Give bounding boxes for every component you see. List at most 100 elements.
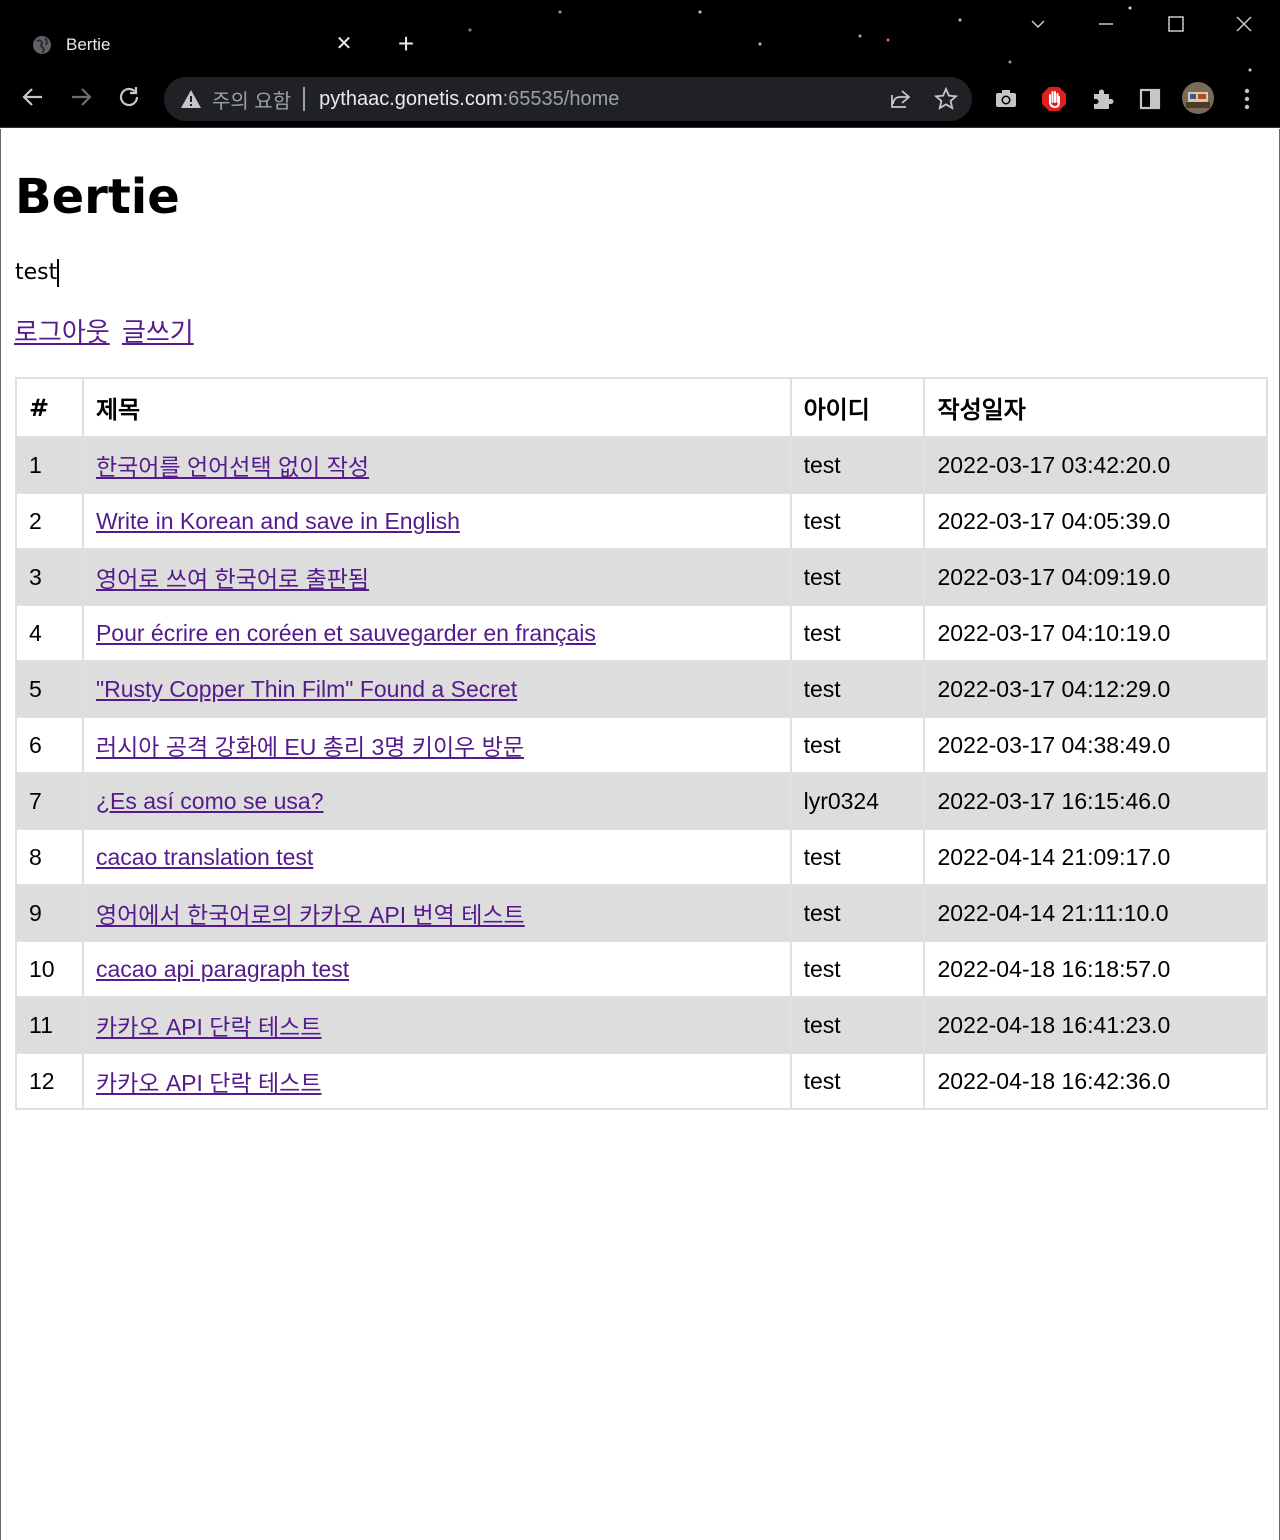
posts-table: # 제목 아이디 작성일자 1 한국어를 언어선택 없이 작성 test 2022-0… bbox=[15, 377, 1268, 1110]
post-title-cell: "Rusty Copper Thin Film" Found a Secret bbox=[81, 660, 792, 718]
post-title-link[interactable]: 한국어를 언어선택 없이 작성 bbox=[96, 454, 369, 480]
post-title-cell: 한국어를 언어선택 없이 작성 bbox=[81, 436, 792, 494]
table-row: 5 "Rusty Copper Thin Film" Found a Secret… bbox=[15, 660, 1268, 718]
text-caret bbox=[57, 259, 60, 287]
table-row: 3 영어로 쓰여 한국어로 출판됨 test 2022-03-17 04:09:19.… bbox=[15, 548, 1268, 606]
kebab-menu-icon[interactable] bbox=[1234, 86, 1260, 112]
window-close-icon[interactable] bbox=[1230, 10, 1258, 38]
stop-hand-icon[interactable] bbox=[1041, 86, 1067, 112]
post-title-cell: 영어로 쓰여 한국어로 출판됨 bbox=[81, 548, 792, 606]
nav-links: 로그아웃 글쓰기 bbox=[14, 312, 198, 349]
header-num: # bbox=[15, 377, 84, 438]
post-date-cell: 2022-03-17 04:09:19.0 bbox=[923, 548, 1268, 606]
write-post-link[interactable]: 글쓰기 bbox=[122, 318, 194, 348]
post-title-link[interactable]: 영어에서 한국어로의 카카오 API 번역 테스트 bbox=[96, 902, 525, 928]
post-author-cell: test bbox=[789, 828, 926, 886]
table-row: 12 카카오 API 단락 테스트 test 2022-04-18 16:42:36.… bbox=[15, 1052, 1268, 1110]
post-number-cell: 5 bbox=[15, 660, 84, 718]
post-title-link[interactable]: cacao translation test bbox=[96, 844, 313, 870]
minimize-icon[interactable] bbox=[1092, 10, 1120, 38]
table-row: 9 영어에서 한국어로의 카카오 API 번역 테스트 test 2022-04-14… bbox=[15, 884, 1268, 942]
post-author-cell: test bbox=[789, 884, 926, 942]
logout-link[interactable]: 로그아웃 bbox=[14, 318, 110, 348]
post-title-link[interactable]: 영어로 쓰여 한국어로 출판됨 bbox=[96, 566, 369, 592]
post-date-cell: 2022-04-14 21:09:17.0 bbox=[923, 828, 1268, 886]
omnibox-separator bbox=[303, 87, 306, 111]
warning-triangle-icon[interactable] bbox=[180, 88, 202, 110]
post-author-cell: lyr0324 bbox=[789, 772, 926, 830]
post-number-cell: 11 bbox=[15, 996, 84, 1054]
address-bar[interactable]: 주의 요함 pythaac.gonetis.com:65535/home bbox=[164, 77, 972, 121]
camera-icon[interactable] bbox=[993, 86, 1019, 112]
page-content: Bertie test 로그아웃 글쓰기 # 제목 아이디 작성일자 1 한국어를… bbox=[0, 129, 1280, 1540]
puzzle-icon[interactable] bbox=[1089, 86, 1115, 112]
table-row: 10 cacao api paragraph test test 2022-04-18… bbox=[15, 940, 1268, 998]
post-number-cell: 10 bbox=[15, 940, 84, 998]
post-date-cell: 2022-04-18 16:18:57.0 bbox=[923, 940, 1268, 998]
post-title-cell: cacao api paragraph test bbox=[81, 940, 792, 998]
post-author-cell: test bbox=[789, 660, 926, 718]
post-title-link[interactable]: cacao api paragraph test bbox=[96, 956, 349, 982]
url-text[interactable]: pythaac.gonetis.com:65535/home bbox=[319, 88, 619, 111]
post-title-cell: 영어에서 한국어로의 카카오 API 번역 테스트 bbox=[81, 884, 792, 942]
reload-icon[interactable] bbox=[116, 84, 146, 114]
post-date-cell: 2022-03-17 16:15:46.0 bbox=[923, 772, 1268, 830]
table-row: 2 Write in Korean and save in English test… bbox=[15, 492, 1268, 550]
page-title: Bertie bbox=[15, 169, 180, 225]
post-number-cell: 8 bbox=[15, 828, 84, 886]
globe-icon bbox=[33, 36, 51, 54]
maximize-icon[interactable] bbox=[1162, 10, 1190, 38]
username-text: test bbox=[15, 260, 58, 285]
post-number-cell: 9 bbox=[15, 884, 84, 942]
table-row: 8 cacao translation test test 2022-04-14 21… bbox=[15, 828, 1268, 886]
post-date-cell: 2022-04-14 21:11:10.0 bbox=[923, 884, 1268, 942]
post-title-cell: Write in Korean and save in English bbox=[81, 492, 792, 550]
url-host: pythaac.gonetis.com bbox=[319, 87, 503, 110]
post-title-cell: ¿Es así como se usa? bbox=[81, 772, 792, 830]
post-title-link[interactable]: 카카오 API 단락 테스트 bbox=[96, 1014, 322, 1040]
post-number-cell: 1 bbox=[15, 436, 84, 494]
post-title-link[interactable]: Write in Korean and save in English bbox=[96, 508, 460, 534]
post-author-cell: test bbox=[789, 996, 926, 1054]
tab-title: Bertie bbox=[66, 35, 111, 54]
star-icon[interactable] bbox=[934, 87, 958, 111]
post-author-cell: test bbox=[789, 492, 926, 550]
post-date-cell: 2022-03-17 04:10:19.0 bbox=[923, 604, 1268, 662]
post-number-cell: 7 bbox=[15, 772, 84, 830]
post-title-cell: cacao translation test bbox=[81, 828, 792, 886]
header-title: 제목 bbox=[81, 377, 792, 438]
post-number-cell: 6 bbox=[15, 716, 84, 774]
post-author-cell: test bbox=[789, 604, 926, 662]
avatar[interactable] bbox=[1182, 82, 1214, 114]
security-label[interactable]: 주의 요함 bbox=[212, 85, 291, 114]
header-date: 작성일자 bbox=[923, 377, 1268, 438]
post-title-link[interactable]: ¿Es así como se usa? bbox=[96, 788, 324, 814]
user-name-display: test bbox=[15, 259, 60, 287]
table-header-row: # 제목 아이디 작성일자 bbox=[15, 377, 1268, 438]
post-number-cell: 3 bbox=[15, 548, 84, 606]
header-author: 아이디 bbox=[789, 377, 926, 438]
post-title-link[interactable]: 카카오 API 단락 테스트 bbox=[96, 1070, 322, 1096]
post-date-cell: 2022-03-17 04:12:29.0 bbox=[923, 660, 1268, 718]
post-number-cell: 12 bbox=[15, 1052, 84, 1110]
post-title-link[interactable]: 러시아 공격 강화에 EU 총리 3명 키이우 방문 bbox=[96, 734, 524, 760]
post-author-cell: test bbox=[789, 1052, 926, 1110]
close-icon[interactable]: ✕ bbox=[332, 32, 356, 56]
share-icon[interactable] bbox=[888, 87, 912, 111]
back-arrow-icon[interactable] bbox=[20, 84, 50, 114]
browser-tab[interactable]: Bertie ✕ bbox=[16, 28, 368, 62]
post-title-cell: 카카오 API 단락 테스트 bbox=[81, 1052, 792, 1110]
post-title-link[interactable]: Pour écrire en coréen et sauvegarder en … bbox=[96, 620, 596, 646]
post-author-cell: test bbox=[789, 940, 926, 998]
plus-icon[interactable]: + bbox=[392, 30, 420, 58]
post-date-cell: 2022-04-18 16:41:23.0 bbox=[923, 996, 1268, 1054]
table-row: 4 Pour écrire en coréen et sauvegarder en… bbox=[15, 604, 1268, 662]
url-path: :65535/home bbox=[502, 87, 620, 110]
forward-arrow-icon[interactable] bbox=[68, 84, 98, 114]
side-panel-icon[interactable] bbox=[1137, 86, 1163, 112]
post-author-cell: test bbox=[789, 548, 926, 606]
post-date-cell: 2022-03-17 04:38:49.0 bbox=[923, 716, 1268, 774]
post-title-link[interactable]: "Rusty Copper Thin Film" Found a Secret bbox=[96, 676, 517, 702]
tab-search-chevron-icon[interactable] bbox=[1024, 10, 1052, 38]
post-title-cell: Pour écrire en coréen et sauvegarder en … bbox=[81, 604, 792, 662]
